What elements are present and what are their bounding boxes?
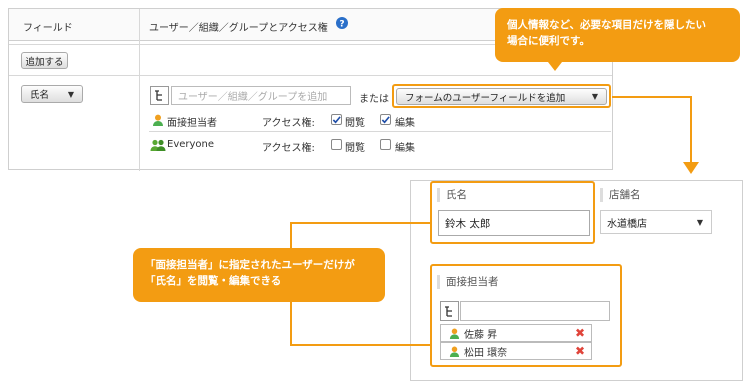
field-select-label: 氏名 xyxy=(30,90,50,101)
edit-checkbox[interactable] xyxy=(380,139,391,150)
name-field-input[interactable]: 鈴木 太郎 xyxy=(438,210,590,236)
selected-user-name: 松田 環奈 xyxy=(464,347,508,359)
view-label: 閲覧 xyxy=(345,143,365,154)
view-checkbox[interactable] xyxy=(331,139,342,150)
user-icon xyxy=(449,346,460,357)
edit-checkbox[interactable] xyxy=(380,114,391,125)
callout-top-line1: 個人情報など、必要な項目だけを隠したい xyxy=(507,19,706,31)
connector-line xyxy=(290,222,430,224)
name-field-label: 氏名 xyxy=(437,188,467,202)
store-select[interactable]: 水道橋店 ▼ xyxy=(600,210,712,234)
caret-down-icon: ▼ xyxy=(591,92,598,101)
caret-down-icon: ▼ xyxy=(696,217,703,227)
row-divider xyxy=(149,131,611,132)
user-search-input[interactable]: ユーザー／組織／グループを追加 xyxy=(171,86,351,105)
connector-line xyxy=(690,96,692,164)
view-label: 閲覧 xyxy=(345,118,365,129)
selected-user-name: 佐藤 昇 xyxy=(464,329,498,341)
callout-left: 「面接担当者」に指定されたユーザーだけが 「氏名」を閲覧・編集できる xyxy=(133,248,385,302)
question-circle-icon[interactable]: ? xyxy=(336,17,348,30)
org-tree-icon[interactable] xyxy=(440,301,459,321)
column-divider xyxy=(139,9,140,171)
callout-top-line2: 場合に便利です。 xyxy=(507,35,590,47)
or-label: または xyxy=(359,94,389,105)
callout-top: 個人情報など、必要な項目だけを隠したい 場合に便利です。 xyxy=(495,8,740,62)
add-form-user-field-label: フォームのユーザーフィールドを追加 xyxy=(405,92,566,104)
callout-left-line2: 「氏名」を閲覧・編集できる xyxy=(145,275,282,287)
entry-name: 面接担当者 xyxy=(167,118,217,129)
remove-user-icon[interactable]: ✖ xyxy=(575,344,585,358)
connector-line xyxy=(612,96,692,98)
user-icon xyxy=(152,114,164,126)
interviewer-field-label: 面接担当者 xyxy=(437,275,499,289)
access-label: アクセス権: xyxy=(262,118,315,129)
field-select[interactable]: 氏名 ▼ xyxy=(21,85,83,103)
view-checkbox[interactable] xyxy=(331,114,342,125)
caret-down-icon: ▼ xyxy=(67,89,74,99)
callout-left-line1: 「面接担当者」に指定されたユーザーだけが xyxy=(145,259,355,271)
store-field-label: 店舗名 xyxy=(600,188,641,202)
arrow-down-icon xyxy=(683,162,699,174)
add-button[interactable]: 追加する xyxy=(21,52,68,69)
org-tree-icon[interactable] xyxy=(150,86,169,105)
add-form-user-field-button[interactable]: フォームのユーザーフィールドを追加 ▼ xyxy=(396,88,607,105)
column-header-access: ユーザー／組織／グループとアクセス権 xyxy=(149,23,328,34)
user-icon xyxy=(449,328,460,339)
callout-pointer xyxy=(548,62,562,71)
store-select-value: 水道橋店 xyxy=(607,218,647,230)
edit-label: 編集 xyxy=(395,118,415,129)
selected-user-row: 松田 環奈 ✖ xyxy=(440,342,592,360)
interviewer-input[interactable] xyxy=(460,301,610,321)
remove-user-icon[interactable]: ✖ xyxy=(575,326,585,340)
entry-name: Everyone xyxy=(167,139,215,150)
row-divider xyxy=(9,75,612,76)
connector-line xyxy=(290,344,430,346)
column-header-field: フィールド xyxy=(23,23,73,34)
selected-user-row: 佐藤 昇 ✖ xyxy=(440,324,592,342)
edit-label: 編集 xyxy=(395,143,415,154)
svg-text:?: ? xyxy=(339,20,344,30)
group-icon xyxy=(150,139,166,151)
access-label: アクセス権: xyxy=(262,143,315,154)
